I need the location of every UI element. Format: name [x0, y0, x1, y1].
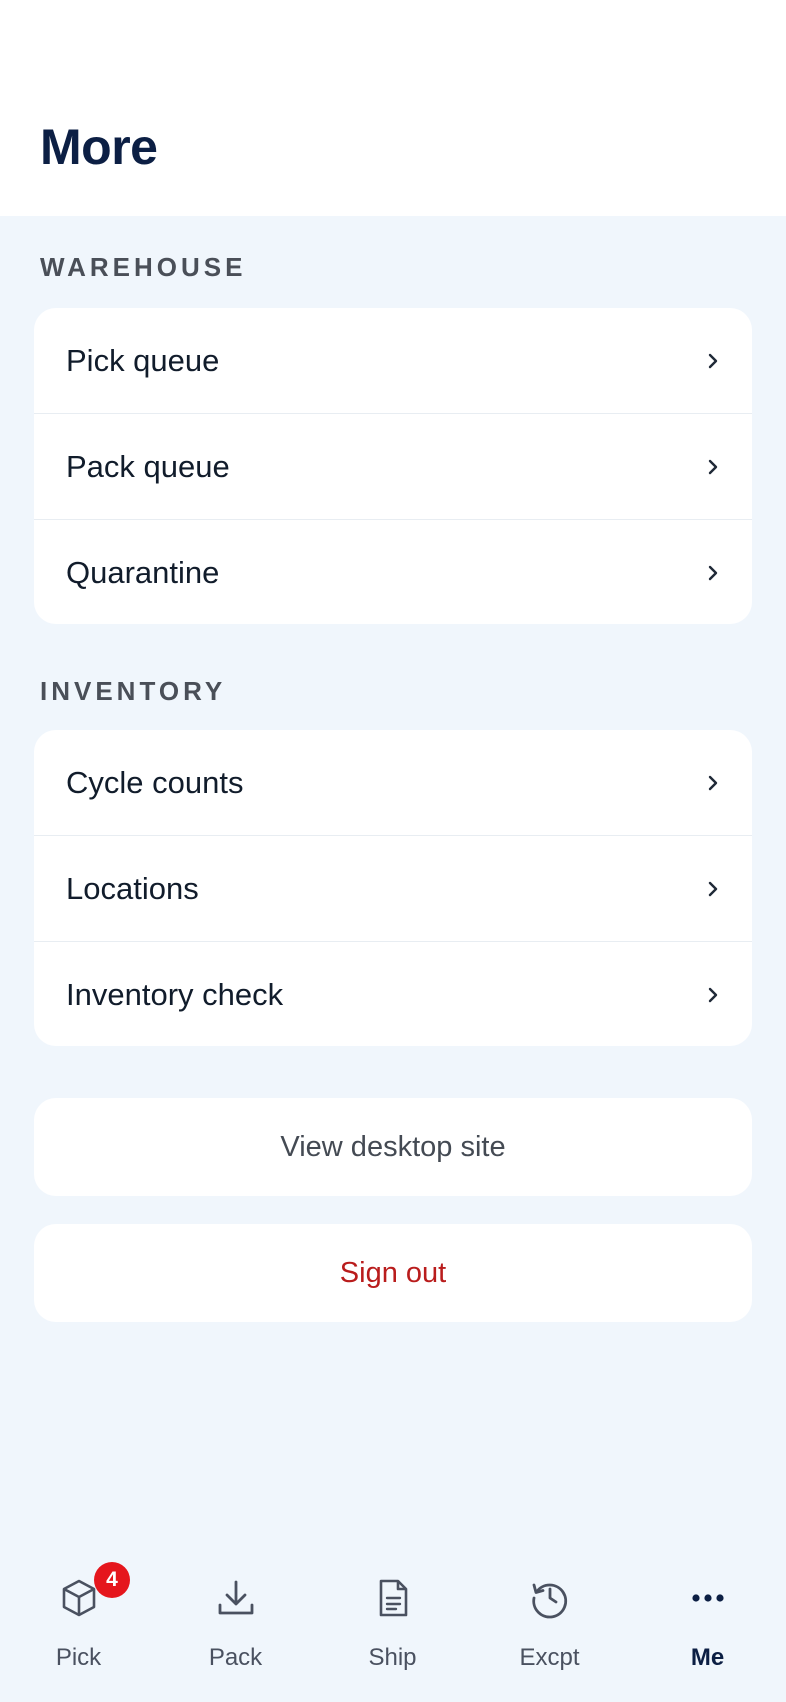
chevron-right-icon — [708, 565, 718, 581]
tab-excpt[interactable]: Excpt — [471, 1540, 628, 1702]
tab-label: Pack — [208, 1644, 263, 1671]
menu-item-label: Cycle counts — [66, 764, 244, 800]
tab-label: Me — [690, 1644, 725, 1671]
menu-item-cycle-counts[interactable]: Cycle counts — [34, 730, 752, 836]
section-label-warehouse: WAREHOUSE — [40, 252, 247, 282]
chevron-right-icon — [708, 459, 718, 474]
menu-item-label: Quarantine — [66, 555, 220, 590]
tab-label: Excpt — [519, 1644, 580, 1671]
tab-pack[interactable]: Pack — [157, 1540, 314, 1702]
menu-item-label: Pick queue — [66, 342, 220, 378]
menu-item-label: Inventory check — [66, 977, 284, 1012]
document-icon — [379, 1579, 407, 1617]
notification-badge: 4 — [94, 1562, 130, 1598]
header: More — [0, 0, 786, 216]
menu-item-pick-queue[interactable]: Pick queue — [34, 308, 752, 414]
bottom-tab-bar: 4 Pick Pack Ship Excpt Me — [0, 1540, 786, 1702]
download-icon — [218, 1580, 253, 1615]
tab-me[interactable]: Me — [629, 1540, 786, 1702]
section-label-inventory: INVENTORY — [40, 676, 227, 706]
menu-item-label: Locations — [66, 870, 199, 906]
page-title: More — [40, 119, 158, 175]
chevron-right-icon — [708, 987, 718, 1003]
view-desktop-site-button[interactable]: View desktop site — [34, 1098, 752, 1196]
chevron-right-icon — [708, 775, 718, 790]
warehouse-card: Pick queue Pack queue Quarantine — [34, 308, 752, 624]
menu-item-inventory-check[interactable]: Inventory check — [34, 942, 752, 1046]
sign-out-button[interactable]: Sign out — [34, 1224, 752, 1322]
menu-item-label: Pack queue — [66, 448, 230, 484]
menu-item-quarantine[interactable]: Quarantine — [34, 520, 752, 624]
inventory-card: Cycle counts Locations Inventory check — [34, 730, 752, 1046]
tab-ship[interactable]: Ship — [314, 1540, 471, 1702]
menu-item-locations[interactable]: Locations — [34, 836, 752, 942]
tab-pick[interactable]: 4 Pick — [0, 1540, 157, 1702]
chevron-right-icon — [708, 881, 718, 896]
tab-label: Pick — [55, 1644, 102, 1671]
tab-label: Ship — [368, 1644, 417, 1671]
chevron-right-icon — [708, 353, 718, 368]
more-dots-icon — [691, 1594, 724, 1602]
more-screen: More WAREHOUSE Pick queue Pack queue Qua… — [0, 0, 786, 1702]
history-icon — [531, 1583, 567, 1619]
menu-item-pack-queue[interactable]: Pack queue — [34, 414, 752, 520]
